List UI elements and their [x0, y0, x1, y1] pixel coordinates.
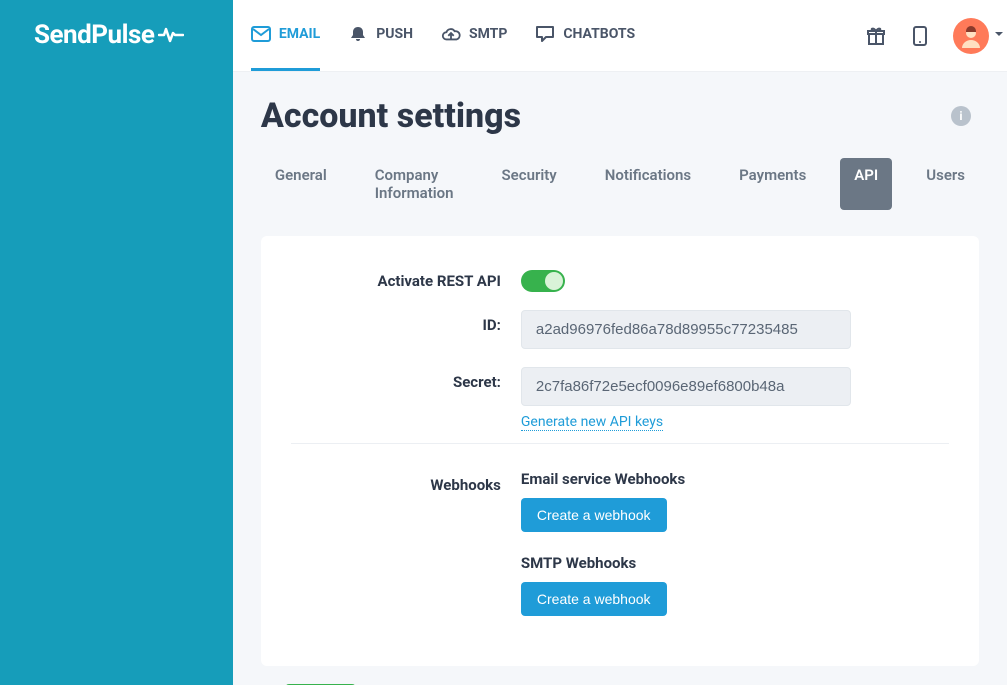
webhooks-label: Webhooks: [291, 470, 521, 494]
nav-label: CHATBOTS: [563, 26, 635, 42]
sidebar: SendPulse: [0, 0, 233, 685]
activate-api-toggle[interactable]: [521, 270, 565, 292]
activate-api-label: Activate REST API: [291, 266, 521, 290]
avatar-menu[interactable]: [953, 18, 989, 54]
brand-name: SendPulse: [34, 20, 154, 50]
bell-icon: [348, 24, 368, 44]
nav-push[interactable]: PUSH: [348, 0, 413, 71]
tab-notifications[interactable]: Notifications: [591, 158, 705, 210]
settings-tabs: General Company Information Security Not…: [261, 158, 979, 210]
tab-company[interactable]: Company Information: [361, 158, 468, 210]
create-email-webhook-button[interactable]: Create a webhook: [521, 498, 667, 532]
nav-email[interactable]: EMAIL: [251, 0, 320, 71]
cloud-icon: [441, 24, 461, 44]
mobile-icon[interactable]: [909, 25, 931, 47]
nav-label: SMTP: [469, 26, 507, 42]
tab-users[interactable]: Users: [912, 158, 979, 210]
tab-payments[interactable]: Payments: [725, 158, 820, 210]
brand-logo[interactable]: SendPulse: [34, 20, 233, 50]
smtp-webhooks-title: SMTP Webhooks: [521, 554, 949, 572]
tab-general[interactable]: General: [261, 158, 341, 210]
top-nav: EMAIL PUSH SMTP: [251, 0, 635, 71]
info-icon[interactable]: i: [951, 106, 971, 126]
gift-icon[interactable]: [865, 25, 887, 47]
api-id-label: ID:: [291, 310, 521, 334]
api-secret-label: Secret:: [291, 367, 521, 391]
avatar-icon: [957, 22, 985, 50]
tab-security[interactable]: Security: [488, 158, 571, 210]
content-area: Account settings i General Company Infor…: [233, 72, 1007, 685]
topbar-right: [865, 18, 989, 54]
pulse-icon: [158, 25, 184, 45]
nav-chatbots[interactable]: CHATBOTS: [535, 0, 635, 71]
topbar: EMAIL PUSH SMTP: [233, 0, 1007, 72]
nav-label: PUSH: [376, 26, 413, 42]
nav-label: EMAIL: [279, 26, 320, 42]
page-title: Account settings: [261, 96, 521, 136]
divider: [291, 443, 949, 444]
create-smtp-webhook-button[interactable]: Create a webhook: [521, 582, 667, 616]
email-icon: [251, 24, 271, 44]
chat-icon: [535, 24, 555, 44]
generate-keys-link[interactable]: Generate new API keys: [521, 414, 663, 431]
api-id-field[interactable]: [521, 310, 851, 349]
api-settings-card: Activate REST API ID: Secret: Genera: [261, 236, 979, 666]
nav-smtp[interactable]: SMTP: [441, 0, 507, 71]
email-webhooks-title: Email service Webhooks: [521, 470, 949, 488]
tab-api[interactable]: API: [840, 158, 892, 210]
api-secret-field[interactable]: [521, 367, 851, 406]
